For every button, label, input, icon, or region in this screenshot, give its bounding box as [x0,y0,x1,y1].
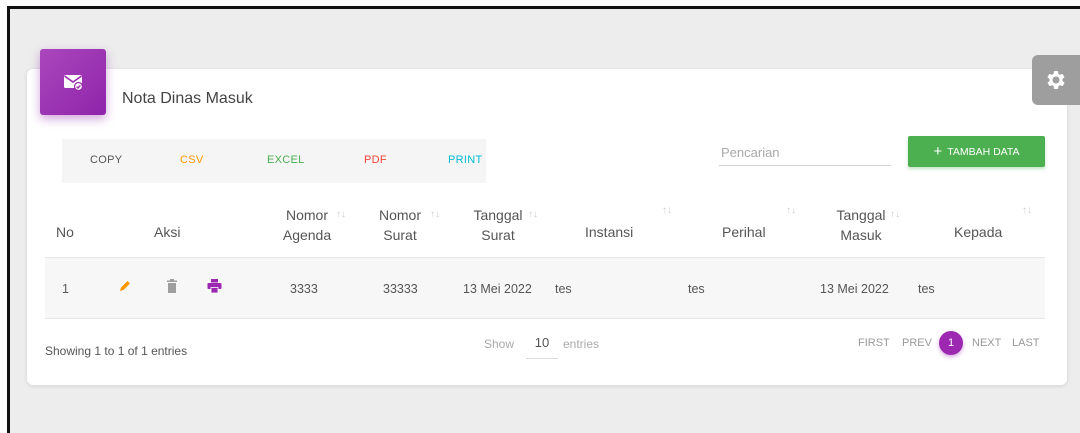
edit-button[interactable] [118,279,132,298]
th-tanggal-masuk[interactable]: Tanggal Masuk ↑↓ [828,205,900,245]
settings-button[interactable] [1032,55,1080,105]
cell-instansi: tes [555,282,572,296]
print-row-button[interactable] [207,279,222,298]
delete-button[interactable] [166,279,178,298]
table-row [45,258,1045,318]
pagination-page-1[interactable]: 1 [939,331,963,355]
th-perihal[interactable]: Perihal [722,222,766,242]
cell-tanggal-surat: 13 Mei 2022 [463,282,532,296]
mail-check-icon [64,75,83,91]
th-nomor-surat[interactable]: Nomor Surat ↑↓ [372,205,440,245]
plus-icon: + [933,143,943,160]
sort-icon: ↑↓ [1022,205,1032,216]
sort-icon: ↑↓ [336,209,346,220]
cell-nomor-agenda: 3333 [290,282,318,296]
cell-perihal: tes [688,282,705,296]
csv-button[interactable]: CSV [180,154,204,166]
pagination-next[interactable]: NEXT [972,337,1001,349]
pdf-button[interactable]: PDF [364,154,387,166]
pagination-prev[interactable]: PREV [902,337,932,349]
export-toolbar: COPY CSV EXCEL PDF PRINT [62,139,486,183]
pencil-icon [120,281,130,291]
th-aksi: Aksi [154,224,181,240]
gear-icon [1047,71,1065,89]
card-title: Nota Dinas Masuk [122,90,253,107]
add-data-label: TAMBAH DATA [947,145,1020,158]
row-divider [45,318,1045,319]
th-instansi[interactable]: Instansi [585,222,633,242]
th-kepada[interactable]: Kepada [954,222,1002,242]
trash-icon [167,279,177,293]
th-nomor-agenda[interactable]: Nomor Agenda ↑↓ [272,205,346,245]
cell-kepada: tes [918,282,935,296]
sort-icon: ↑↓ [890,209,900,220]
cell-no: 1 [62,282,69,296]
entries-label: entries [563,337,600,351]
table-info: Showing 1 to 1 of 1 entries [45,344,188,358]
copy-button[interactable]: COPY [90,154,122,166]
sort-icon: ↑↓ [430,209,440,220]
cell-nomor-surat: 33333 [383,282,418,296]
search-input[interactable] [719,140,891,166]
th-tanggal-surat[interactable]: Tanggal Surat ↑↓ [466,205,538,245]
pagination-first[interactable]: FIRST [858,337,890,349]
excel-button[interactable]: EXCEL [267,154,305,166]
page-size-select[interactable]: 10 [526,333,558,359]
card-header-icon [40,49,106,115]
pagination-last[interactable]: LAST [1012,337,1040,349]
sort-icon: ↑↓ [786,205,796,216]
cell-tanggal-masuk: 13 Mei 2022 [820,282,889,296]
th-no[interactable]: No [56,222,74,242]
sort-icon: ↑↓ [528,209,538,220]
add-data-button[interactable]: + TAMBAH DATA [908,136,1045,167]
show-label: Show [484,337,515,351]
sort-icon: ↑↓ [662,205,672,216]
printer-icon [207,279,222,294]
print-button[interactable]: PRINT [448,154,483,166]
